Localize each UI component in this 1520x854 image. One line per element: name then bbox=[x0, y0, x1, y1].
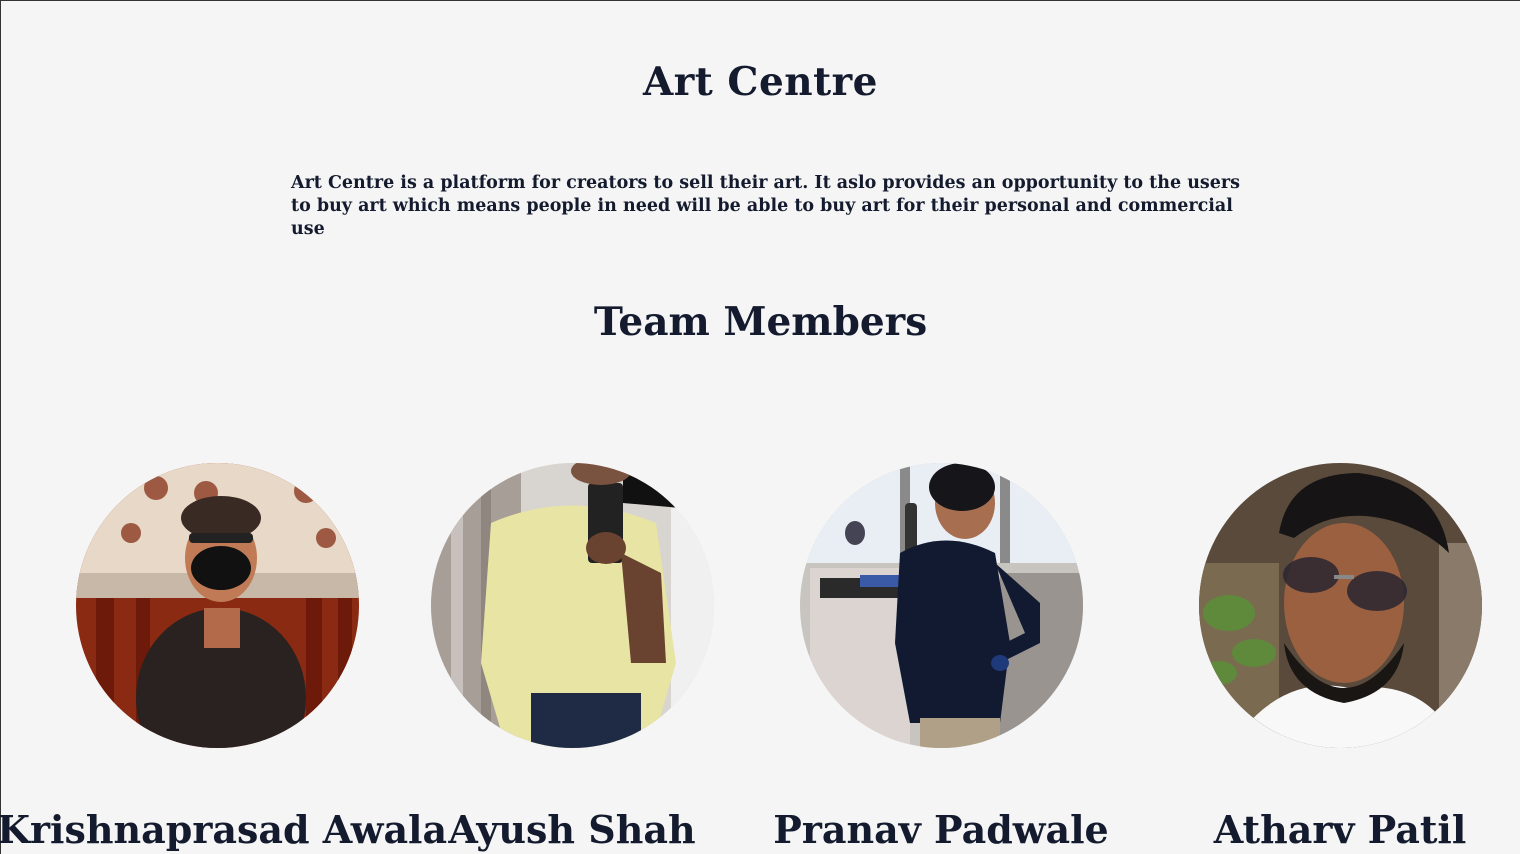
page-title: Art Centre bbox=[643, 59, 878, 105]
team-member-card: Pranav Padwale bbox=[721, 463, 1161, 852]
member-photo bbox=[1198, 463, 1482, 748]
member-photo bbox=[799, 463, 1083, 748]
person-photo-icon bbox=[430, 463, 714, 748]
member-photo bbox=[430, 463, 714, 748]
team-section-title: Team Members bbox=[593, 299, 928, 345]
person-photo-icon bbox=[1198, 463, 1482, 748]
team-member-card: Atharv Patil bbox=[1120, 463, 1520, 852]
person-photo-icon bbox=[799, 463, 1083, 748]
person-photo-icon bbox=[75, 463, 359, 748]
member-name: Pranav Padwale bbox=[773, 807, 1109, 852]
member-name: Atharv Patil bbox=[1213, 807, 1467, 852]
member-photo bbox=[75, 463, 359, 748]
about-description: Art Centre is a platform for creators to… bbox=[291, 173, 1240, 239]
